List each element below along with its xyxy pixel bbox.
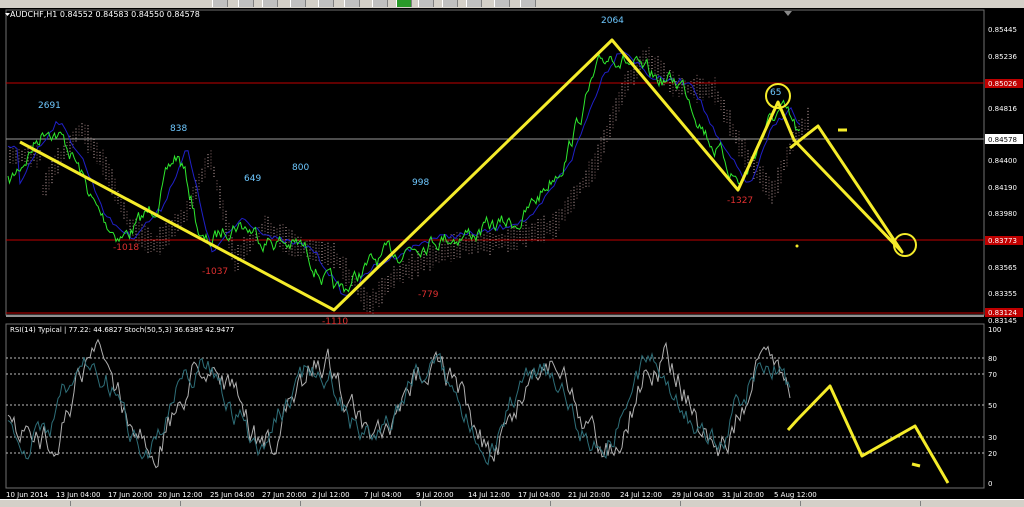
sub-axis-label: 20	[988, 450, 997, 458]
sub-chart-header: RSI(14) Typical | 77.22: 44.6827 Stoch(5…	[10, 326, 234, 334]
swing-label: 2691	[38, 101, 61, 111]
status-bar-cell	[420, 501, 421, 506]
swing-label: 998	[412, 178, 429, 188]
zoom-in-icon[interactable]	[418, 0, 434, 7]
annotation-dot	[795, 244, 799, 248]
time-axis-label: 13 Jun 04:00	[56, 491, 100, 499]
level-price-text: 0.85026	[988, 80, 1017, 88]
main-chart-header: AUDCHF,H1 0.84552 0.84583 0.84550 0.8457…	[10, 10, 200, 19]
annotation-zigzag-sub	[786, 384, 950, 484]
current-price-text: 0.84578	[988, 136, 1017, 144]
status-bar-cell	[70, 501, 71, 506]
price-axis-label: 0.84400	[988, 157, 1017, 165]
sub-axis-label: 0	[988, 480, 992, 488]
swing-label: 838	[170, 124, 187, 134]
time-axis-label: 7 Jul 04:00	[364, 491, 402, 499]
moving-average-line	[7, 50, 801, 297]
status-bar-cell	[680, 501, 681, 506]
status-bar-cell	[550, 501, 551, 506]
swing-label: 2064	[601, 16, 624, 26]
sub-axis-label: 100	[988, 326, 1001, 334]
time-axis-label: 5 Aug 12:00	[774, 491, 817, 499]
time-axis-label: 2 Jul 12:00	[312, 491, 350, 499]
time-axis-label: 24 Jul 12:00	[620, 491, 662, 499]
annotation-dash	[911, 462, 921, 468]
status-bar-cell	[800, 501, 801, 506]
status-bar-cell	[300, 501, 301, 506]
swing-label: 649	[244, 174, 261, 184]
price-axis-label: 0.83980	[988, 210, 1017, 218]
sub-axis-label: 70	[988, 371, 997, 379]
price-axis-label: 0.85445	[988, 26, 1017, 34]
status-bar-cell	[180, 501, 181, 506]
time-axis-label: 17 Jul 04:00	[518, 491, 560, 499]
price-axis-label: 0.83355	[988, 290, 1017, 298]
toolbar-button[interactable]	[238, 0, 254, 7]
time-axis-label: 31 Jul 20:00	[722, 491, 764, 499]
level-price-text: 0.83773	[988, 237, 1017, 245]
swing-label: -1037	[202, 267, 228, 277]
time-axis-label: 17 Jun 20:00	[108, 491, 152, 499]
shift-marker-icon[interactable]	[784, 11, 792, 16]
toolbar-button[interactable]	[290, 0, 306, 7]
toolbar-button[interactable]	[466, 0, 482, 7]
toolbar-button[interactable]	[262, 0, 278, 7]
toolbar-button[interactable]	[494, 0, 510, 7]
chart-canvas[interactable]: AUDCHF,H1 0.84552 0.84583 0.84550 0.8457…	[0, 8, 1024, 499]
swing-label: -1018	[113, 243, 139, 253]
swing-label: -1327	[727, 196, 753, 206]
annotation-zigzag	[19, 38, 904, 312]
price-line	[7, 53, 801, 294]
toolbar-button[interactable]	[520, 0, 536, 7]
chart-window[interactable]: AUDCHF,H1 0.84552 0.84583 0.84550 0.8457…	[0, 8, 1024, 499]
zoom-out-icon[interactable]	[442, 0, 458, 7]
ichimoku-cloud	[9, 47, 809, 314]
stochastic-line	[7, 338, 791, 469]
add-plus-icon[interactable]	[396, 0, 412, 7]
toolbar-button[interactable]	[212, 0, 228, 7]
toolbar-button[interactable]	[344, 0, 360, 7]
status-bar-cell	[920, 501, 921, 506]
time-axis-label: 29 Jul 04:00	[672, 491, 714, 499]
toolbar-button[interactable]	[372, 0, 388, 7]
time-axis-label: 9 Jul 20:00	[416, 491, 454, 499]
swing-label: 800	[292, 163, 309, 173]
time-axis-label: 14 Jul 12:00	[468, 491, 510, 499]
sub-axis-label: 50	[988, 402, 997, 410]
price-axis-label: 0.84816	[988, 105, 1017, 113]
sub-axis-label: 30	[988, 434, 997, 442]
sub-axis-label: 80	[988, 355, 997, 363]
price-axis-label: 0.83145	[988, 317, 1017, 325]
price-axis-label: 0.84190	[988, 184, 1017, 192]
time-axis-label: 25 Jun 04:00	[210, 491, 254, 499]
time-axis-label: 20 Jun 12:00	[158, 491, 202, 499]
sub-chart-frame	[5, 323, 985, 489]
swing-label: -1110	[322, 317, 348, 327]
price-axis-label: 0.83565	[988, 264, 1017, 272]
time-axis-label: 10 Jun 2014	[6, 491, 49, 499]
swing-label: 65	[770, 88, 781, 98]
price-axis-label: 0.85236	[988, 53, 1017, 61]
time-axis-label: 27 Jun 20:00	[262, 491, 306, 499]
time-axis: 10 Jun 2014 13 Jun 04:00 17 Jun 20:00 20…	[6, 491, 817, 499]
main-chart-frame	[5, 9, 985, 316]
level-price-text: 0.83124	[988, 309, 1017, 317]
swing-label: -779	[418, 290, 439, 300]
toolbar-button[interactable]	[318, 0, 334, 7]
time-axis-label: 21 Jul 20:00	[568, 491, 610, 499]
